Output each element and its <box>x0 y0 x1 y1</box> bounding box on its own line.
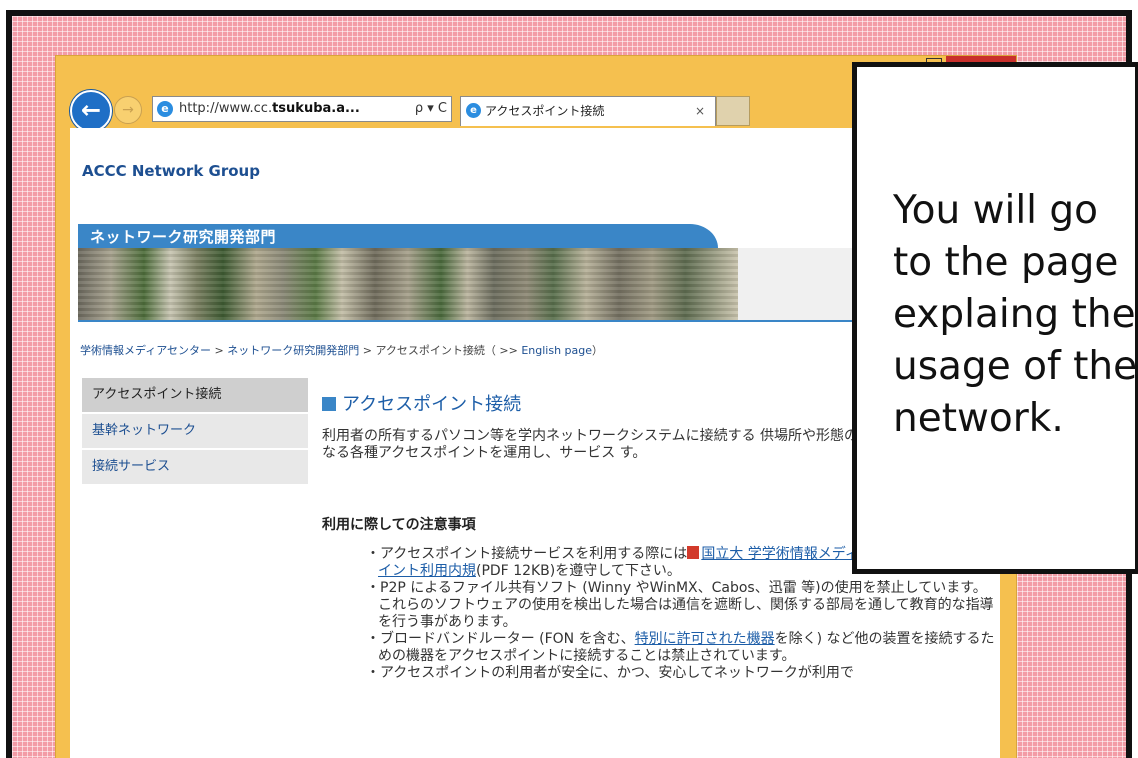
content-title-text: アクセスポイント接続 <box>342 394 522 415</box>
tab-title: アクセスポイント接続 <box>485 104 605 118</box>
back-button[interactable]: ← <box>70 90 112 132</box>
forward-button[interactable]: → <box>114 96 142 124</box>
callout-line: explaing the <box>893 292 1136 337</box>
intro-paragraph: 利用者の所有するパソコン等を学内ネットワークシステムに接続する 供場所や形態の異… <box>322 428 873 461</box>
callout-line: to the page <box>893 240 1119 285</box>
ie-icon: e <box>157 101 173 117</box>
sidenav-item-access-point[interactable]: アクセスポイント接続 <box>82 378 308 414</box>
note-text: ブロードバンドルーター (FON を含む、 <box>380 631 635 647</box>
back-arrow-icon: ← <box>80 96 102 124</box>
side-navigation: アクセスポイント接続 基幹ネットワーク 接続サービス <box>82 378 308 486</box>
address-url-prefix: http://www.cc. <box>179 101 273 116</box>
breadcrumb: 学術情報メディアセンター > ネットワーク研究開発部門 > アクセスポイント接続… <box>80 342 603 358</box>
tab-ie-icon: e <box>466 103 481 118</box>
list-item: ブロードバンドルーター (FON を含む、特別に許可された機器を除く) など他の… <box>332 631 1000 665</box>
breadcrumb-close: ） <box>592 344 604 357</box>
banner-photo <box>78 248 738 320</box>
breadcrumb-media-center[interactable]: 学術情報メディアセンター <box>80 344 211 357</box>
content-title: アクセスポイント接続 <box>322 390 521 416</box>
note-text: (PDF 12KB)を遵守して下さい。 <box>476 563 681 579</box>
title-square-icon <box>322 397 336 411</box>
note-text: アクセスポイント接続サービスを利用する際には <box>380 546 688 562</box>
sidenav-item-connection-service[interactable]: 接続サービス <box>82 450 308 486</box>
list-item: P2P によるファイル共有ソフト (Winny やWinMX、Cabos、迅雷 … <box>332 580 1000 631</box>
address-url-host: tsukuba.a... <box>272 101 360 116</box>
breadcrumb-separator: > <box>211 344 228 357</box>
list-item: アクセスポイントの利用者が安全に、かつ、安心してネットワークが利用で <box>332 665 1000 682</box>
breadcrumb-current: アクセスポイント接続（ <box>375 344 496 357</box>
sidenav-item-backbone[interactable]: 基幹ネットワーク <box>82 414 308 450</box>
site-title[interactable]: ACCC Network Group <box>82 162 260 180</box>
callout-line: usage of the <box>893 344 1138 389</box>
banner-title: ネットワーク研究開発部門 <box>90 228 277 246</box>
pdf-icon <box>687 546 700 559</box>
tab-close-icon[interactable]: × <box>695 97 705 125</box>
search-refresh-icons[interactable]: ρ ▾ C <box>415 97 447 121</box>
tab-access-point[interactable]: e アクセスポイント接続 × <box>460 96 716 126</box>
callout-line: network. <box>893 396 1064 441</box>
new-tab-button[interactable] <box>716 96 750 126</box>
breadcrumb-network-dept[interactable]: ネットワーク研究開発部門 <box>227 344 359 357</box>
callout-text: You will go to the page explaing the usa… <box>893 185 1138 445</box>
forward-arrow-icon: → <box>122 102 134 118</box>
permitted-devices-link[interactable]: 特別に許可された機器 <box>635 631 775 647</box>
callout-box: You will go to the page explaing the usa… <box>852 62 1138 574</box>
address-bar[interactable]: e http://www.cc.tsukuba.a... ρ ▾ C <box>152 96 452 122</box>
notes-heading: 利用に際しての注意事項 <box>322 517 476 533</box>
callout-line: You will go <box>893 188 1099 233</box>
breadcrumb-separator: > <box>359 344 376 357</box>
breadcrumb-english-prefix: >> <box>495 344 522 357</box>
english-page-link[interactable]: English page <box>521 344 592 357</box>
